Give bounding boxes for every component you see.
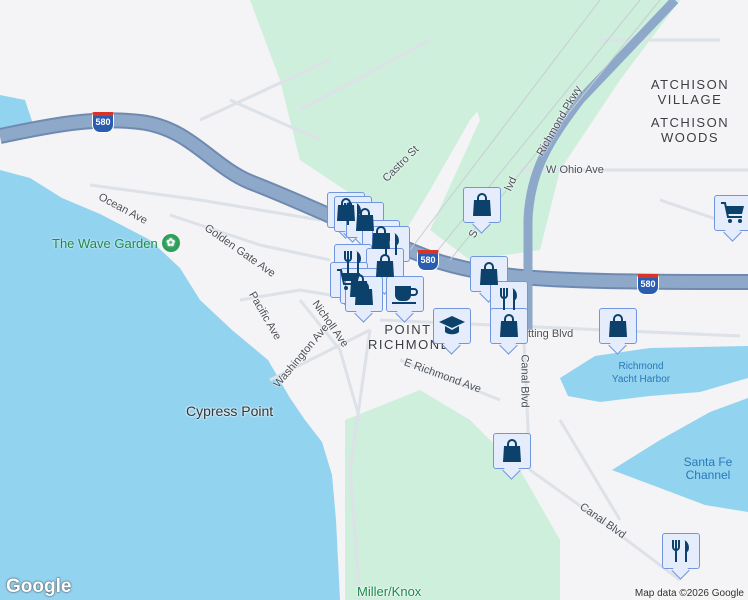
shopping-icon: [480, 262, 498, 285]
restaurant-icon: [672, 540, 689, 562]
shopping-marker[interactable]: [463, 187, 501, 223]
restaurant-icon: [382, 233, 399, 255]
interstate-580-shield: 580: [92, 112, 114, 133]
shopping-icon: [473, 193, 491, 216]
interstate-580-shield: 580: [637, 274, 659, 295]
wave-garden-label: The Wave Garden: [52, 235, 158, 251]
shopping-icon: [503, 439, 521, 462]
shopping-icon: [609, 314, 627, 337]
shopping-icon: [376, 254, 394, 277]
garden-icon: ✿: [161, 234, 180, 252]
shopping-icon: [500, 314, 518, 337]
map-attribution[interactable]: Map data ©2026 Google: [630, 587, 748, 600]
school-marker[interactable]: [433, 308, 471, 344]
neighborhood-label: ATCHISON WOODS: [650, 115, 730, 145]
water-label: Santa Fe Channel: [683, 455, 733, 482]
shopping-marker[interactable]: [490, 308, 528, 344]
poi-wave-garden[interactable]: The Wave Garden ✿: [52, 234, 180, 252]
restaurant-icon: [500, 288, 517, 310]
street-label: W Ohio Ave: [546, 164, 604, 176]
cart-marker[interactable]: [714, 195, 748, 231]
place-label: Cypress Point: [186, 403, 274, 419]
school-icon: [439, 316, 465, 335]
street-label: Canal Blvd: [518, 354, 531, 408]
cart-icon: [721, 202, 744, 223]
restaurant-marker[interactable]: [662, 533, 700, 569]
google-logo: Google: [6, 576, 72, 597]
water-label: Richmond Yacht Harbor: [611, 361, 671, 385]
shopping-icon: [355, 282, 373, 305]
coffee-icon: [392, 286, 418, 304]
interstate-580-shield: 580: [417, 250, 439, 271]
coffee-marker[interactable]: [386, 276, 424, 312]
street-label: tting Blvd: [528, 328, 574, 340]
neighborhood-label: ATCHISON VILLAGE: [650, 77, 730, 107]
shopping-marker[interactable]: [493, 433, 531, 469]
shopping-marker[interactable]: [599, 308, 637, 344]
place-label: Miller/Knox: [357, 584, 422, 599]
